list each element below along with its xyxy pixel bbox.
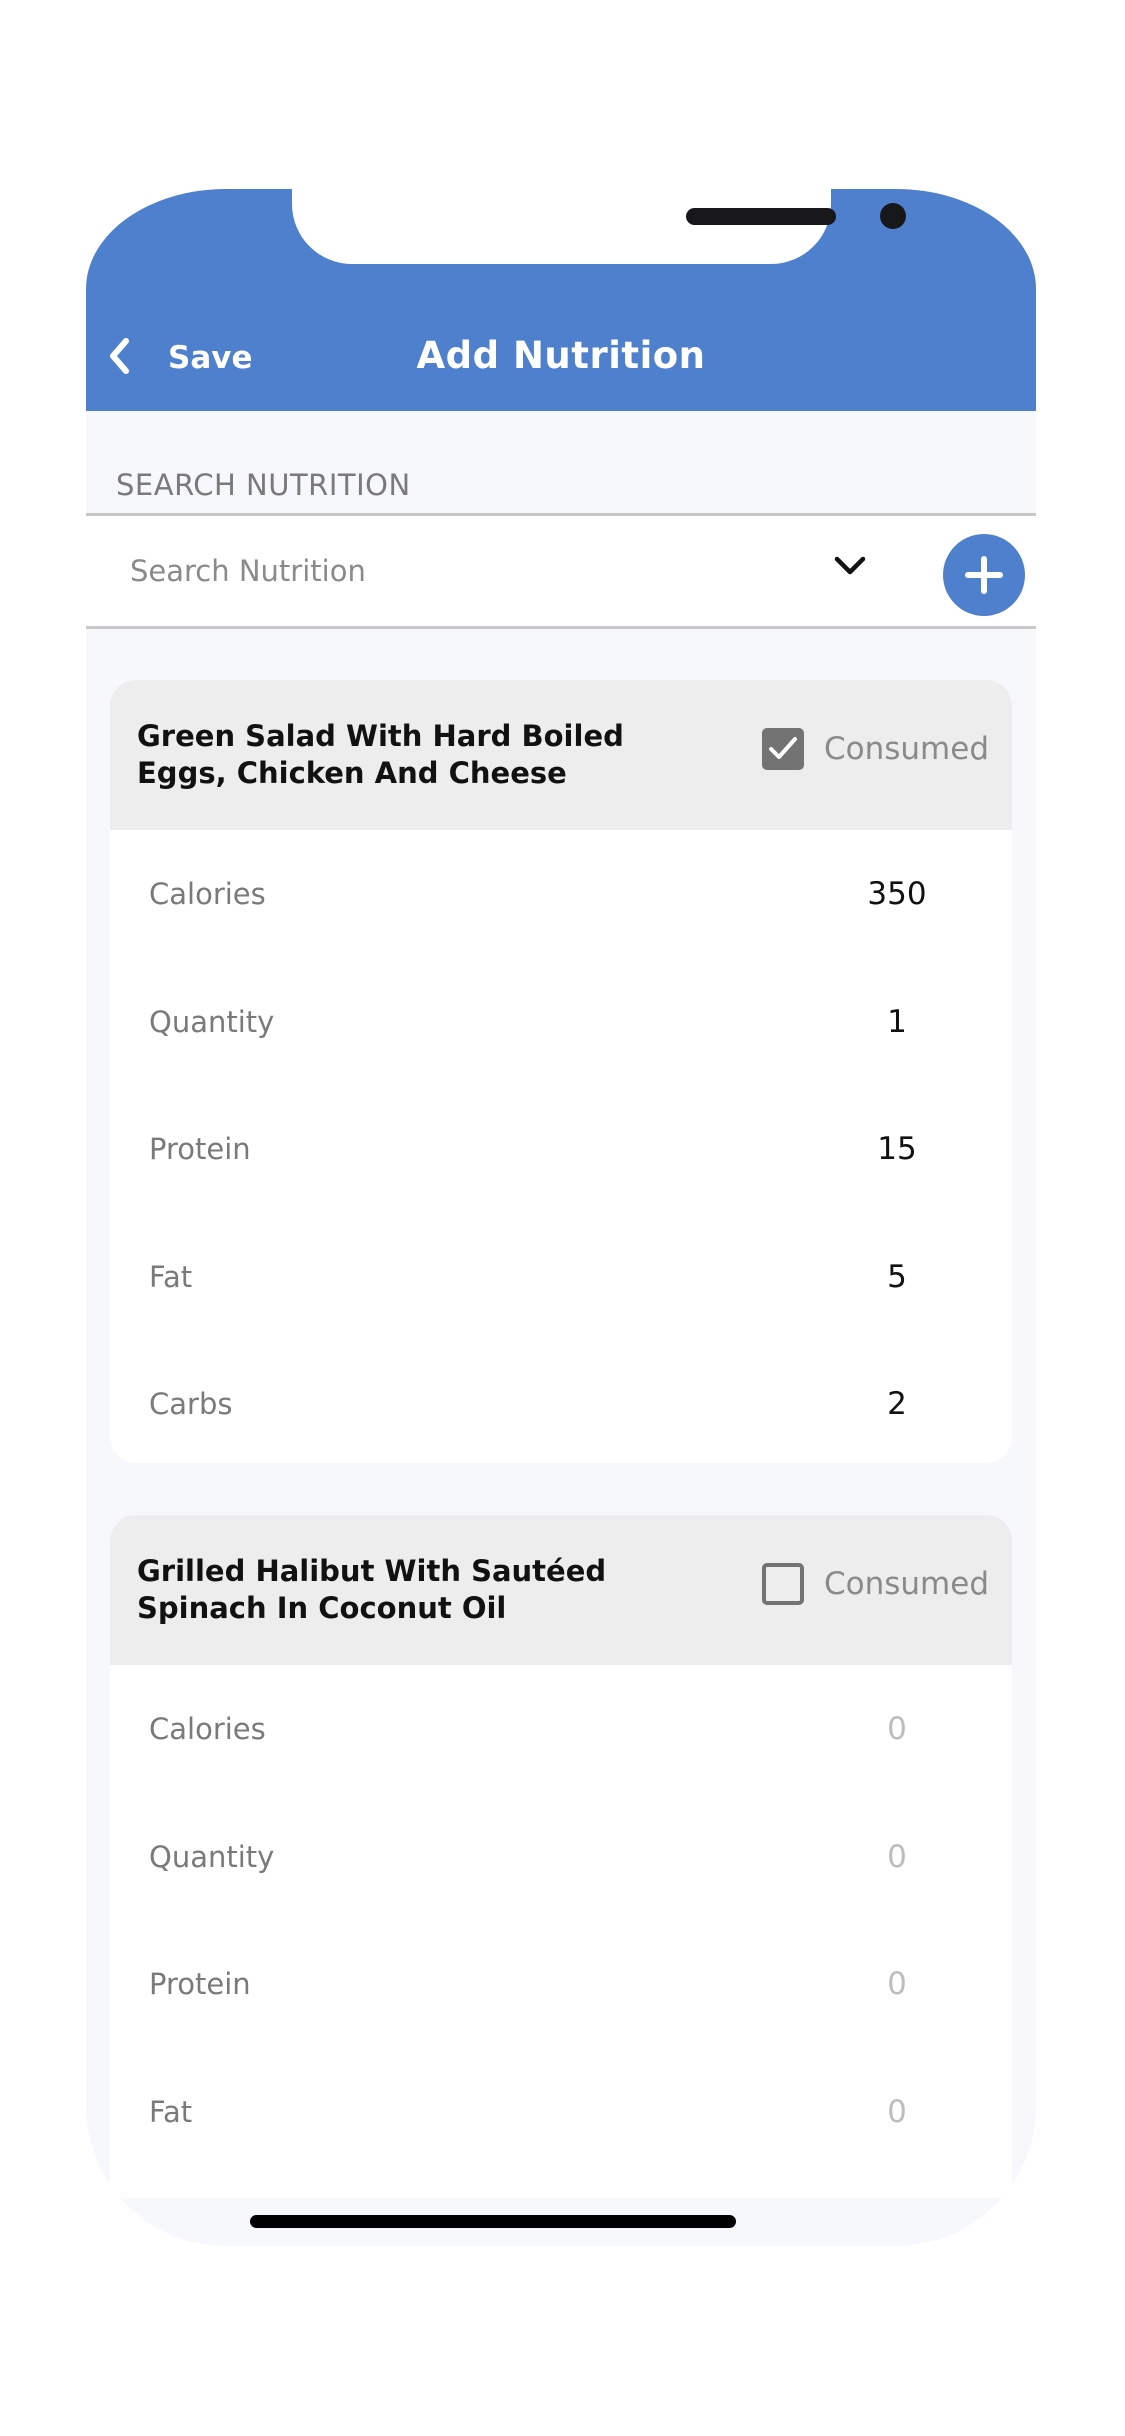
phone-screen: Save Add Nutrition SEARCH NUTRITION Gree… — [86, 189, 1036, 2246]
nutrition-label: Fat — [149, 1259, 193, 1294]
meal-card-header: Grilled Halibut With Sautéed Spinach In … — [110, 1515, 1012, 1665]
consumed-checkbox[interactable] — [762, 728, 804, 770]
nutrition-row-protein: Protein 0 — [110, 1920, 1012, 2048]
nutrition-value[interactable]: 0 — [847, 1839, 947, 1875]
search-row — [86, 513, 1036, 629]
consumed-toggle[interactable]: Consumed — [762, 1563, 989, 1605]
front-camera — [880, 203, 906, 229]
nutrition-value[interactable]: 350 — [847, 876, 947, 912]
nutrition-value[interactable]: 1 — [847, 1004, 947, 1040]
nutrition-row-fat: Fat 5 — [110, 1213, 1012, 1341]
nutrition-row-protein: Protein 15 — [110, 1085, 1012, 1213]
consumed-toggle[interactable]: Consumed — [762, 728, 989, 770]
nutrition-label: Protein — [149, 1132, 251, 1166]
home-indicator[interactable] — [250, 2215, 736, 2228]
nutrition-value[interactable]: 0 — [847, 1711, 947, 1747]
nutrition-value[interactable]: 5 — [847, 1259, 947, 1295]
consumed-checkbox[interactable] — [762, 1563, 804, 1605]
search-input[interactable] — [130, 546, 780, 596]
nutrition-row-calories: Calories 0 — [110, 1665, 1012, 1793]
meal-title: Grilled Halibut With Sautéed Spinach In … — [137, 1554, 607, 1625]
nutrition-row-carbs: Carbs 2 — [110, 1340, 1012, 1463]
add-nutrition-button[interactable] — [943, 534, 1025, 616]
nutrition-value[interactable]: 0 — [847, 2094, 947, 2130]
consumed-label: Consumed — [824, 1566, 990, 1602]
speaker-grille — [686, 208, 836, 225]
nutrition-label: Calories — [149, 877, 266, 911]
consumed-label: Consumed — [824, 731, 990, 767]
device-notch — [292, 189, 906, 264]
nutrition-label: Quantity — [149, 1839, 275, 1874]
nutrition-value[interactable]: 15 — [847, 1131, 947, 1167]
nutrition-label: Fat — [149, 2094, 193, 2129]
nutrition-row-fat: Fat 0 — [110, 2048, 1012, 2176]
nutrition-row-quantity: Quantity 0 — [110, 1793, 1012, 1921]
meal-card-header: Green Salad With Hard Boiled Eggs, Chick… — [110, 680, 1012, 830]
page-title: Add Nutrition — [416, 334, 706, 377]
nutrition-label: Carbs — [149, 1387, 233, 1421]
nutrition-row-quantity: Quantity 1 — [110, 958, 1012, 1086]
nav-header: Save Add Nutrition — [86, 189, 1036, 411]
nutrition-value[interactable]: 2 — [847, 1386, 947, 1422]
nutrition-value[interactable]: 0 — [847, 1966, 947, 2002]
checkmark-icon — [769, 737, 797, 759]
search-section-label: SEARCH NUTRITION — [116, 468, 411, 502]
nutrition-label: Protein — [149, 1967, 251, 2001]
meal-card: Green Salad With Hard Boiled Eggs, Chick… — [110, 680, 1012, 1463]
chevron-down-icon[interactable] — [833, 554, 867, 578]
nutrition-label: Quantity — [149, 1004, 275, 1039]
meal-card: Grilled Halibut With Sautéed Spinach In … — [110, 1515, 1012, 2246]
meal-title: Green Salad With Hard Boiled Eggs, Chick… — [137, 719, 624, 790]
nutrition-label: Calories — [149, 1712, 266, 1746]
nutrition-row-calories: Calories 350 — [110, 830, 1012, 958]
